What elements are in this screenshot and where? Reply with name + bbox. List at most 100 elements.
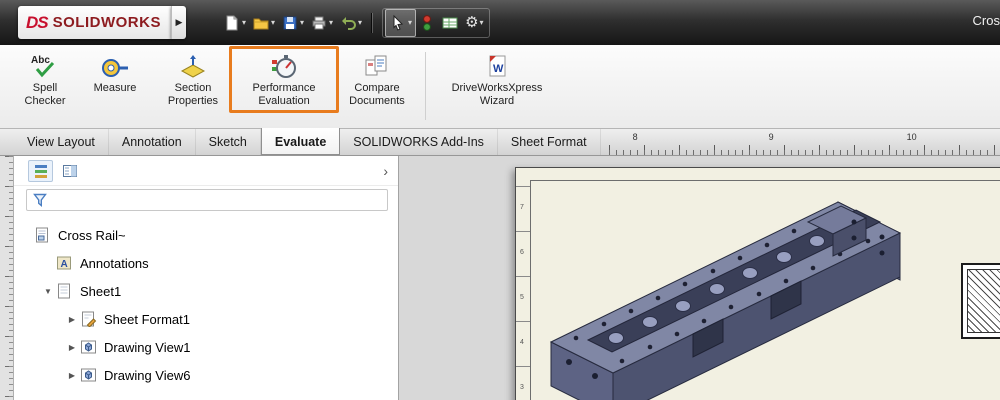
solidworks-window: DS SOLIDWORKS ▶ ▾ ▾ ▾ ▾ ▾ [0,0,1000,400]
zone-tick [516,186,530,187]
section-hatch-pattern [967,269,1000,333]
tree-item-drawing-view1[interactable]: ▶ Drawing View1 [24,333,398,361]
tab-view-layout[interactable]: View Layout [14,129,109,155]
dropdown-caret-icon[interactable]: ▾ [480,18,484,27]
dropdown-caret-icon[interactable]: ▾ [242,18,246,27]
button-label: Performance Evaluation [238,82,330,108]
tab-sheet-format[interactable]: Sheet Format [498,129,601,155]
spell-checker-button[interactable]: Abc Spell Checker [14,50,76,111]
undo-button[interactable]: ▾ [336,9,365,37]
dropdown-caret-icon[interactable]: ▾ [329,18,333,27]
tree-item-label: Drawing View6 [104,368,190,383]
new-document-button[interactable]: ▾ [220,9,249,37]
button-label: Section Properties [156,82,230,108]
feature-tree: Cross Rail~ A Annotations ▼ Sheet1 ▶ She… [14,215,398,400]
save-floppy-icon [281,14,299,32]
compare-documents-button[interactable]: Compare Documents [336,50,418,111]
dropdown-caret-icon[interactable]: ▾ [358,18,362,27]
commandmanager-tabs: View Layout Annotation Sketch Evaluate S… [0,129,1000,156]
performance-evaluation-button[interactable]: Performance Evaluation [236,50,332,111]
ribbon-separator [425,52,426,120]
solidworks-logo: DS SOLIDWORKS [18,6,171,39]
panel-toolbar: › [14,156,398,186]
display-tools-group: ▾ ⚙ ▾ [382,8,489,38]
feature-manager-panel: › Cross Rail~ A Annotations ▼ Sheet1 [14,156,399,400]
zone-number: 5 [520,294,524,301]
display-colors-icon [419,14,435,32]
svg-text:A: A [61,259,68,270]
quick-access-toolbar: ▾ ▾ ▾ ▾ ▾ ▾ [220,8,490,38]
display-pane-tab[interactable] [57,160,82,182]
sheet-icon [56,283,73,299]
display-colors-button[interactable] [416,9,438,37]
drawing-view-icon [80,339,97,355]
expand-arrow-icon[interactable]: ▶ [66,371,78,380]
measure-icon [100,53,130,79]
tab-sketch[interactable]: Sketch [196,129,261,155]
section-properties-button[interactable]: Section Properties [154,50,232,111]
collapse-arrow-icon[interactable]: ▼ [42,287,54,296]
menu-flyout-arrow-icon[interactable]: ▶ [171,6,186,39]
options-button[interactable]: ⚙ ▾ [462,9,486,37]
featuremanager-tree-tab[interactable] [28,160,53,182]
sheet-properties-button[interactable] [438,9,462,37]
compare-documents-icon [362,53,392,79]
tab-evaluate[interactable]: Evaluate [261,128,340,155]
tree-root-item[interactable]: Cross Rail~ [24,221,398,249]
button-label: Measure [94,82,137,95]
dropdown-caret-icon[interactable]: ▾ [271,18,275,27]
section-view-partial [961,263,1000,339]
graphics-area[interactable]: 7 6 5 4 3 [399,156,1000,400]
tree-filter-box[interactable] [26,189,388,211]
zone-tick [516,276,530,277]
zone-tick [516,231,530,232]
save-button[interactable]: ▾ [278,9,307,37]
open-folder-icon [252,14,270,32]
svg-text:W: W [493,63,504,75]
button-label: Spell Checker [16,82,74,108]
expand-arrow-icon[interactable]: ▶ [66,315,78,324]
button-label: DriveWorksXpress Wizard [435,82,559,108]
ds-logo-icon: DS [26,13,48,33]
dropdown-caret-icon[interactable]: ▾ [300,18,304,27]
tab-annotation[interactable]: Annotation [109,129,196,155]
panel-collapse-chevron-icon[interactable]: › [383,164,388,178]
print-icon [310,14,328,32]
dropdown-caret-icon[interactable]: ▾ [408,18,412,27]
vertical-ruler [0,156,14,400]
ruler-number: 10 [907,132,917,142]
brand-name: SOLIDWORKS [53,14,161,31]
sheet-properties-icon [441,14,459,32]
print-button[interactable]: ▾ [307,9,336,37]
zone-tick [516,321,530,322]
tree-item-annotations[interactable]: A Annotations [24,249,398,277]
tree-item-sheet-format1[interactable]: ▶ Sheet Format1 [24,305,398,333]
select-cursor-icon [389,14,407,32]
zone-tick [516,366,530,367]
driveworksxpress-wizard-button[interactable]: W DriveWorksXpress Wizard [433,50,561,111]
drawing-document-icon [34,227,51,243]
open-button[interactable]: ▾ [249,9,278,37]
tree-item-label: Sheet Format1 [104,312,190,327]
ruler-number: 8 [633,132,638,142]
select-button[interactable]: ▾ [385,9,416,37]
tree-item-sheet1[interactable]: ▼ Sheet1 [24,277,398,305]
expand-arrow-icon[interactable]: ▶ [66,343,78,352]
measure-button[interactable]: Measure [80,50,150,98]
ruler-number: 9 [769,132,774,142]
zone-number: 7 [520,204,524,211]
driveworksxpress-icon: W [482,53,512,79]
zone-number: 4 [520,339,524,346]
tree-item-label: Drawing View1 [104,340,190,355]
display-pane-icon [62,163,78,179]
tree-item-label: Cross Rail~ [58,228,126,243]
tab-solidworks-add-ins[interactable]: SOLIDWORKS Add-Ins [340,129,498,155]
performance-evaluation-icon [269,53,299,79]
zone-number: 6 [520,249,524,256]
spell-checker-icon: Abc [30,53,60,79]
gear-icon: ⚙ [465,15,478,30]
drawing-view-icon [80,367,97,383]
horizontal-ruler: 8 9 10 [609,129,1000,155]
tree-item-drawing-view6[interactable]: ▶ Drawing View6 [24,361,398,389]
zone-number: 3 [520,384,524,391]
